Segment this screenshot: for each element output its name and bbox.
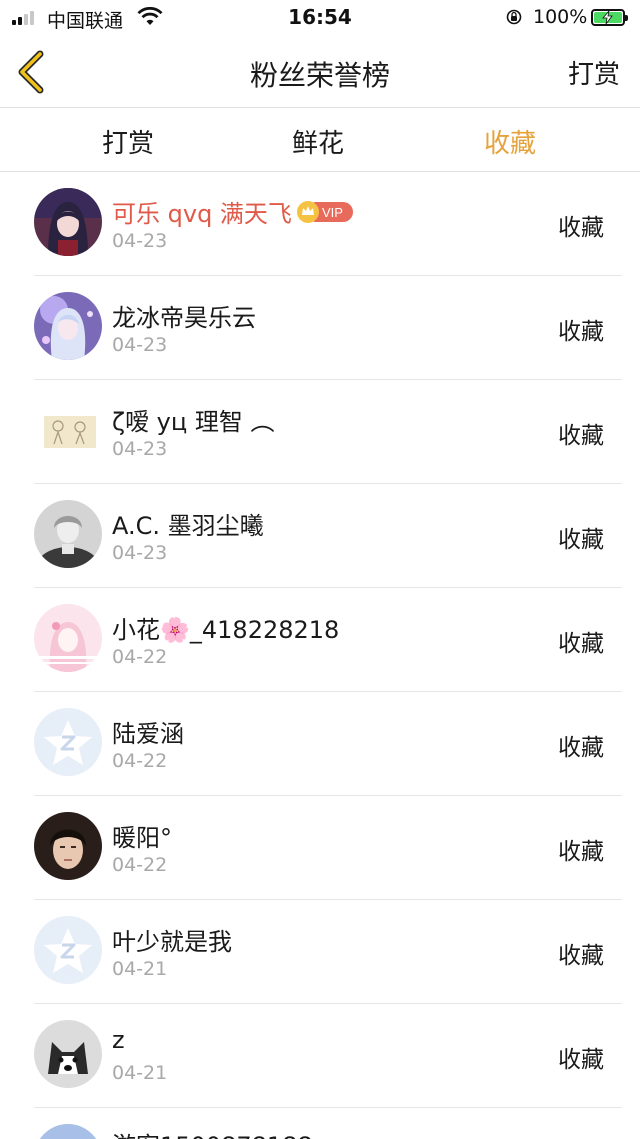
list-item[interactable]: 暖阳° 04-22 收藏	[0, 796, 640, 900]
action-label: 收藏	[558, 735, 604, 761]
action-label: 收藏	[558, 943, 604, 969]
tab-reward[interactable]: 打赏	[68, 123, 188, 160]
action-label: 收藏	[558, 319, 604, 345]
avatar	[34, 604, 102, 672]
list-item[interactable]: 叶少就是我 04-21 收藏	[0, 900, 640, 1004]
list-item[interactable]: 可乐 qvq 满天飞 VIP 04-23 收藏	[0, 172, 640, 276]
tab-flowers[interactable]: 鲜花	[258, 123, 378, 160]
orientation-lock-icon	[506, 9, 522, 25]
date-label: 04-21	[112, 1062, 168, 1084]
action-label: 收藏	[558, 1047, 604, 1073]
list-item[interactable]: 龙冰帝昊乐云 04-23 收藏	[0, 276, 640, 380]
date-label: 04-23	[112, 438, 168, 460]
user-name: 小花🌸_418228218	[112, 616, 340, 644]
user-name: 暖阳°	[112, 824, 172, 852]
date-label: 04-23	[112, 334, 168, 356]
avatar	[34, 1124, 102, 1139]
svg-text:VIP: VIP	[322, 205, 343, 220]
list-item[interactable]: 小花🌸_418228218 04-22 收藏	[0, 588, 640, 692]
avatar	[34, 812, 102, 880]
avatar	[34, 1020, 102, 1088]
date-label: 04-23	[112, 230, 168, 252]
reward-button[interactable]: 打赏	[568, 54, 620, 91]
user-name: 可乐 qvq 满天飞 VIP	[112, 194, 354, 229]
user-name: z	[112, 1026, 125, 1054]
vip-badge-icon: VIP	[296, 201, 353, 223]
action-label: 收藏	[558, 839, 604, 865]
action-label: 收藏	[558, 423, 604, 449]
user-name: 叶少就是我	[112, 928, 232, 956]
date-label: 04-21	[112, 958, 168, 980]
action-label: 收藏	[558, 215, 604, 241]
user-name: ζ嗳 yц 理智 ︵	[112, 408, 275, 436]
user-name: A.C. 墨羽尘曦	[112, 512, 264, 540]
action-label: 收藏	[558, 631, 604, 657]
list-item[interactable]: ζ嗳 yц 理智 ︵ 04-23 收藏	[0, 380, 640, 484]
user-name: 龙冰帝昊乐云	[112, 304, 256, 332]
avatar	[34, 500, 102, 568]
user-name: 陆爱涵	[112, 720, 184, 748]
nav-header: 粉丝荣誉榜 打赏	[0, 36, 640, 108]
list-item[interactable]: A.C. 墨羽尘曦 04-23 收藏	[0, 484, 640, 588]
avatar	[34, 292, 102, 360]
tab-bar: 打赏 鲜花 收藏	[0, 108, 640, 172]
avatar	[34, 396, 102, 464]
date-label: 04-22	[112, 646, 168, 668]
battery-percent: 100%	[533, 6, 588, 28]
fan-list: 可乐 qvq 满天飞 VIP 04-23 收藏 龙冰帝昊乐云 04-23 收藏	[0, 172, 640, 1108]
user-name: 游客1500878188	[112, 1126, 313, 1139]
date-label: 04-23	[112, 542, 168, 564]
status-bar: 中国联通 16:54 100%	[0, 0, 640, 36]
list-item[interactable]: 陆爱涵 04-22 收藏	[0, 692, 640, 796]
battery-icon	[591, 9, 628, 26]
date-label: 04-22	[112, 854, 168, 876]
avatar	[34, 188, 102, 256]
list-item-partial[interactable]: 游客1500878188	[0, 1108, 640, 1139]
tab-favorites[interactable]: 收藏	[450, 123, 570, 160]
page-title: 粉丝荣誉榜	[249, 59, 390, 92]
avatar	[34, 708, 102, 776]
date-label: 04-22	[112, 750, 168, 772]
action-label: 收藏	[558, 527, 604, 553]
avatar	[34, 916, 102, 984]
list-item[interactable]: z 04-21 收藏	[0, 1004, 640, 1108]
